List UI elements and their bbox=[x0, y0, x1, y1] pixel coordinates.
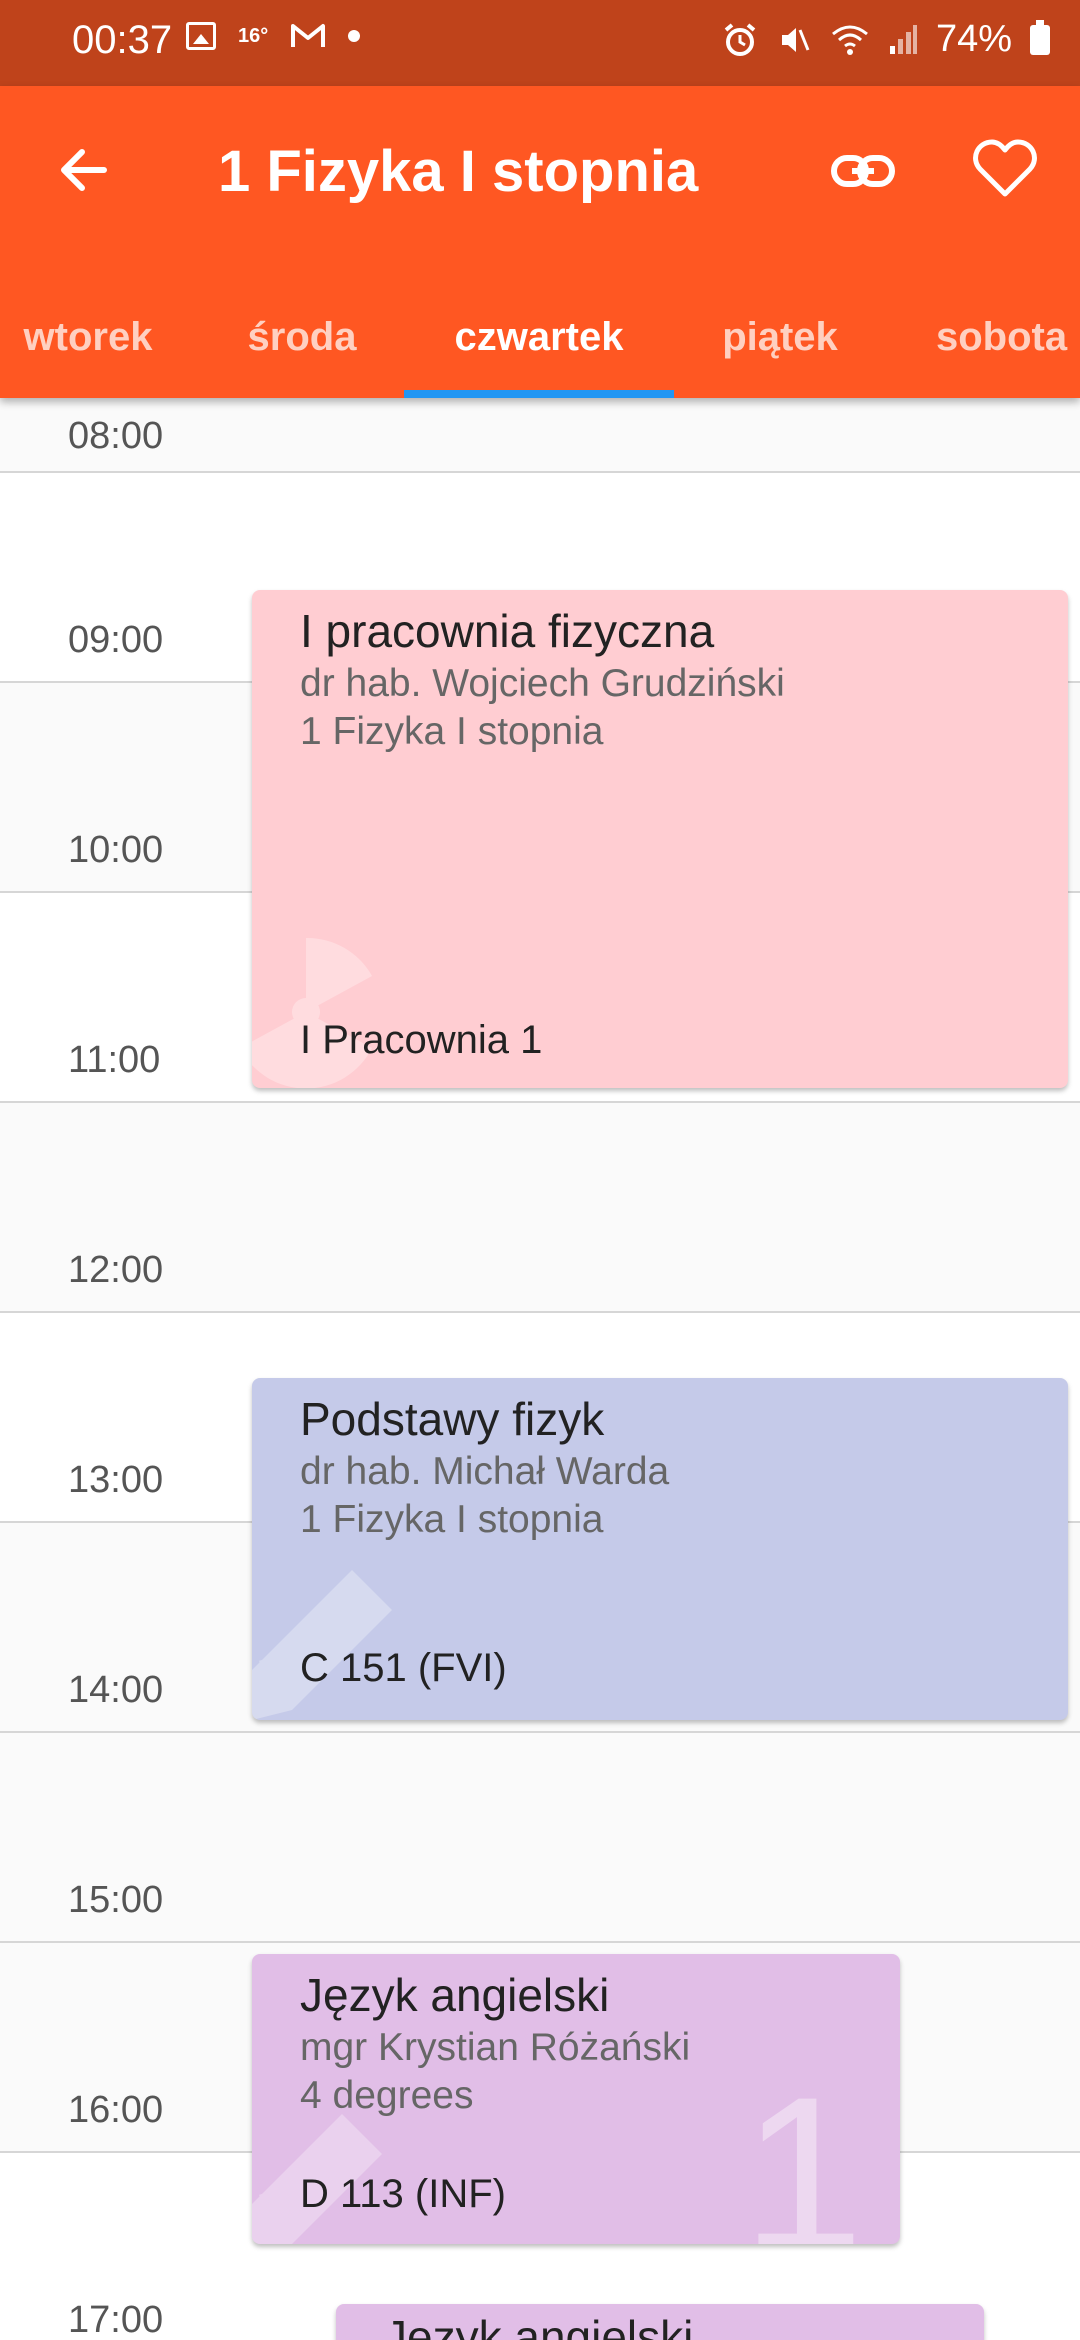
hour-line bbox=[0, 1311, 1080, 1313]
tab-sroda[interactable]: środa bbox=[210, 276, 394, 398]
gallery-icon bbox=[186, 22, 216, 50]
hour-line bbox=[0, 1941, 1080, 1943]
tab-piatek[interactable]: piątek bbox=[700, 276, 860, 398]
radiation-icon bbox=[252, 937, 372, 1088]
time-label: 08:00 bbox=[68, 415, 164, 457]
tab-czwartek[interactable]: czwartek bbox=[404, 276, 674, 398]
time-label: 14:00 bbox=[68, 1669, 164, 1711]
event-title: Podstawy fizyk bbox=[300, 1393, 605, 1445]
gmail-icon bbox=[291, 24, 326, 47]
event-badge: 1 bbox=[741, 2051, 864, 2244]
temperature-icon: 16° bbox=[238, 24, 269, 47]
signal-icon bbox=[889, 24, 917, 54]
event-card[interactable]: I pracownia fizyczna dr hab. Wojciech Gr… bbox=[252, 590, 1068, 1088]
heart-icon[interactable] bbox=[972, 136, 1038, 202]
event-group: 1 Fizyka I stopnia bbox=[300, 710, 604, 753]
hour-line bbox=[0, 1101, 1080, 1103]
event-title: Język angielski bbox=[384, 2311, 694, 2340]
status-bar: 00:37 16° 74% bbox=[0, 0, 1080, 86]
mute-icon bbox=[781, 27, 810, 52]
tab-sobota[interactable]: sobota bbox=[900, 276, 1080, 398]
alarm-icon bbox=[724, 22, 756, 56]
status-time: 00:37 bbox=[72, 18, 173, 62]
time-label: 15:00 bbox=[68, 1879, 164, 1921]
event-card[interactable]: 1 Język angielski mgr Krystian Różański … bbox=[252, 1954, 900, 2244]
link-icon[interactable] bbox=[830, 138, 896, 204]
tab-wtorek[interactable]: wtorek bbox=[0, 276, 176, 398]
time-label: 17:00 bbox=[68, 2299, 164, 2340]
event-lecturer: dr hab. Michał Warda bbox=[300, 1450, 670, 1493]
event-group: 4 degrees bbox=[300, 2074, 474, 2117]
wifi-icon bbox=[831, 25, 868, 55]
back-arrow-icon[interactable] bbox=[52, 138, 116, 202]
time-label: 13:00 bbox=[68, 1459, 164, 1501]
time-label: 12:00 bbox=[68, 1249, 164, 1291]
event-card[interactable]: Podstawy fizyk dr hab. Michał Warda 1 Fi… bbox=[252, 1378, 1068, 1720]
hour-line bbox=[0, 471, 1080, 473]
event-lecturer: dr hab. Wojciech Grudziński bbox=[300, 662, 785, 705]
day-tabs: wtorek środa czwartek piątek sobota bbox=[0, 276, 1080, 398]
page-title: 1 Fizyka I stopnia bbox=[218, 139, 699, 204]
tab-indicator bbox=[404, 390, 674, 398]
time-label: 10:00 bbox=[68, 829, 164, 871]
timeline[interactable]: 08:00 09:00 10:00 11:00 12:00 13:00 14:0… bbox=[0, 398, 1080, 2340]
event-group: 1 Fizyka I stopnia bbox=[300, 1498, 604, 1541]
dot-icon bbox=[348, 30, 361, 42]
event-title: Język angielski bbox=[300, 1969, 610, 2021]
event-room: C 151 (FVI) bbox=[300, 1646, 507, 1690]
battery-icon bbox=[1030, 19, 1050, 55]
event-card[interactable]: Język angielski bbox=[336, 2304, 984, 2340]
time-label: 16:00 bbox=[68, 2089, 164, 2131]
pencil-icon bbox=[252, 1570, 392, 1720]
hour-line bbox=[0, 1731, 1080, 1733]
time-label: 09:00 bbox=[68, 619, 164, 661]
app-bar: 1 Fizyka I stopnia wtorek środa czwartek… bbox=[0, 86, 1080, 398]
battery-percent: 74% bbox=[935, 18, 1012, 60]
event-room: D 113 (INF) bbox=[300, 2172, 506, 2216]
event-title: I pracownia fizyczna bbox=[300, 605, 715, 657]
event-lecturer: mgr Krystian Różański bbox=[300, 2026, 691, 2069]
event-room: I Pracownia 1 bbox=[300, 1018, 543, 1062]
time-label: 11:00 bbox=[68, 1039, 161, 1081]
